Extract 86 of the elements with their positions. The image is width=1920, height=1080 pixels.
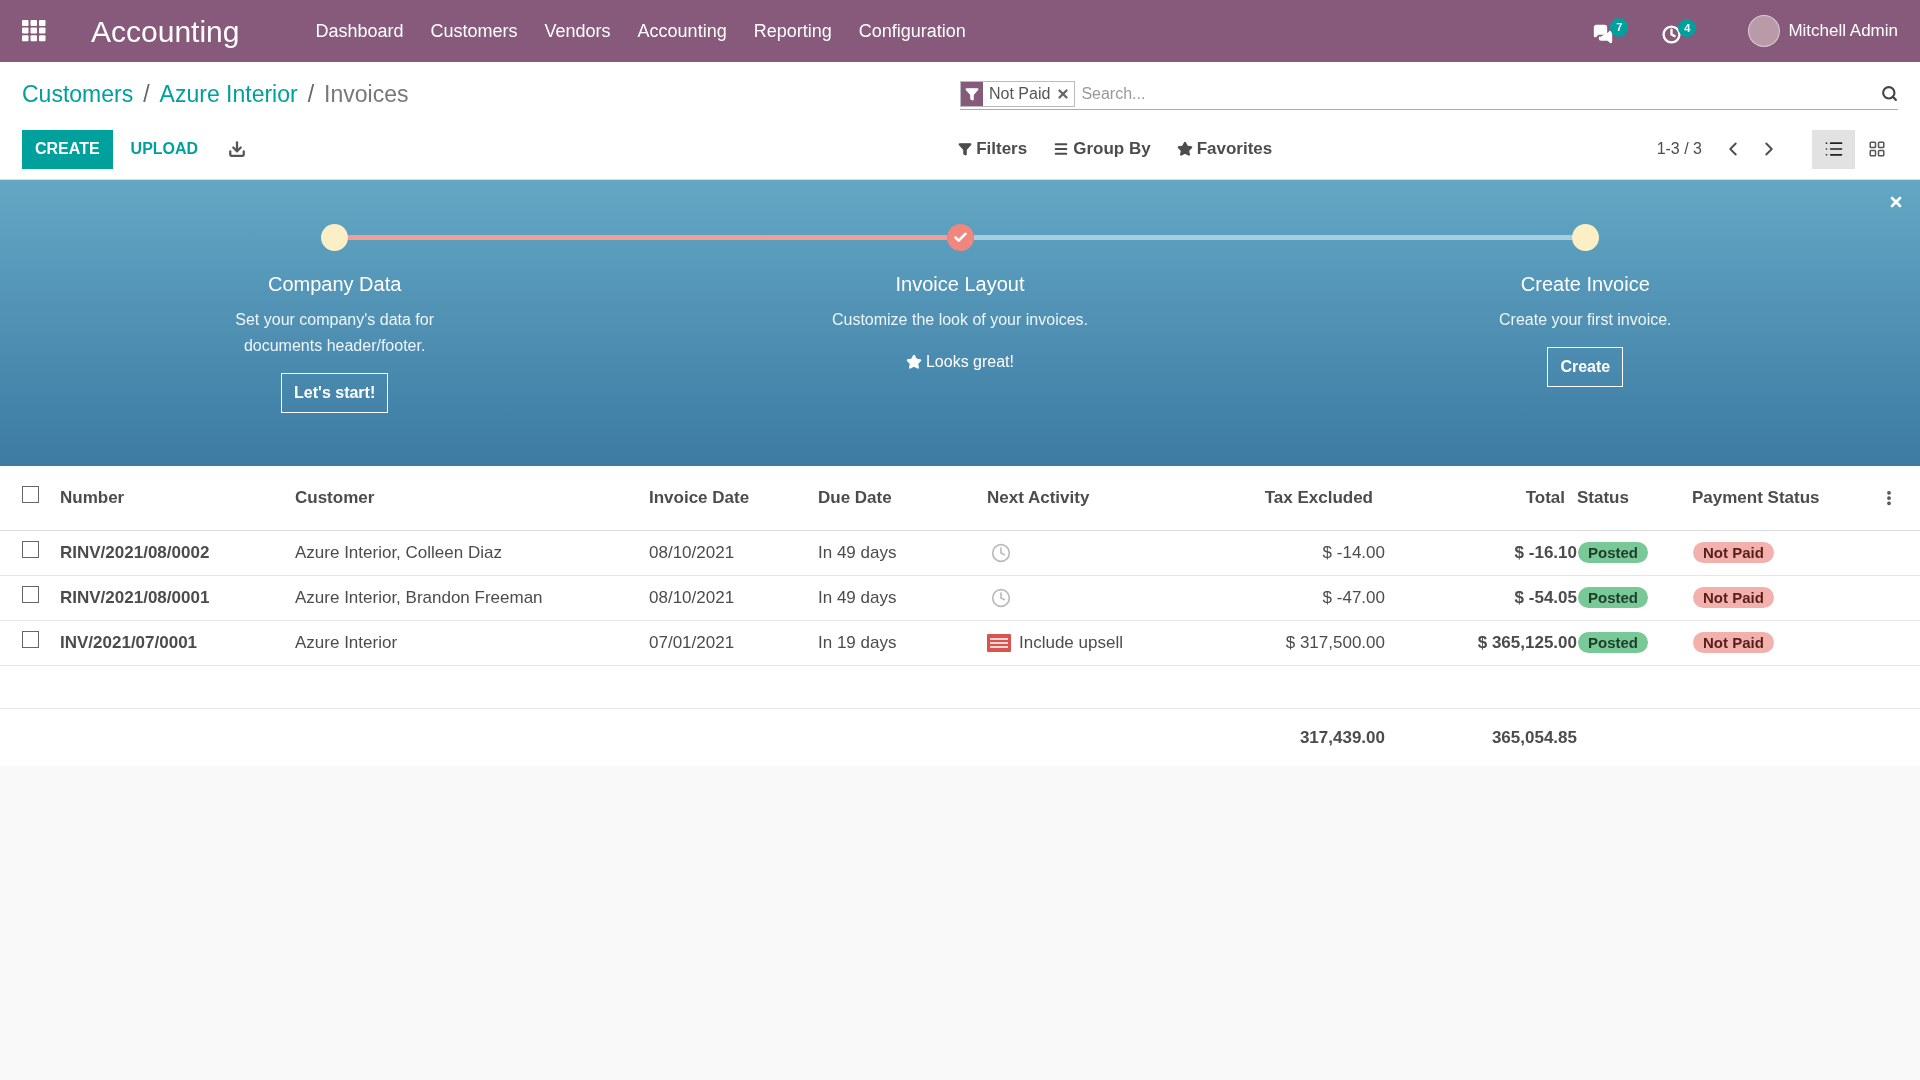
star-icon — [905, 354, 922, 370]
close-icon[interactable] — [1888, 194, 1904, 210]
column-header[interactable]: Invoice Date — [649, 488, 750, 507]
activities-count-badge: 4 — [1678, 18, 1697, 37]
activity-label: Include upsell — [1019, 631, 1123, 654]
customer-cell: Azure Interior — [295, 632, 398, 652]
nav-menu-item[interactable]: Dashboard — [315, 17, 404, 45]
search-option-button[interactable]: Filters — [958, 136, 1028, 162]
column-header[interactable]: Payment Status — [1692, 488, 1820, 507]
chat-icon[interactable] — [1593, 24, 1614, 44]
grand-total: 365,054.85 — [1491, 727, 1577, 747]
payment-status-badge: Not Paid — [1693, 586, 1774, 608]
column-header[interactable]: Customer — [295, 488, 375, 507]
due-date-cell: In 19 days — [818, 632, 897, 652]
checkbox[interactable] — [21, 540, 39, 558]
column-header[interactable]: Total — [1525, 488, 1565, 507]
breadcrumb-separator: / — [143, 79, 150, 109]
invoice-number: RINV/2021/08/0002 — [60, 542, 210, 562]
tax-excluded-cell: $ -47.00 — [1322, 587, 1385, 607]
clock-icon[interactable] — [1662, 24, 1682, 44]
checkbox[interactable] — [21, 630, 39, 648]
step-title: Create Invoice — [1520, 272, 1650, 297]
tax-excluded-cell: $ 317,500.00 — [1285, 632, 1385, 652]
total-cell: $ 365,125.00 — [1477, 632, 1577, 652]
filter-icon — [958, 142, 973, 156]
pager-value: 1-3 / 3 — [1656, 139, 1702, 159]
status-badge: Posted — [1578, 586, 1648, 608]
tax-excluded-cell: $ -14.00 — [1322, 542, 1385, 562]
tax-excluded-total: 317,439.00 — [1299, 727, 1385, 747]
step-button[interactable]: Let's start! — [281, 373, 389, 413]
messages-count-badge: 7 — [1610, 18, 1629, 37]
list-view-icon — [1823, 139, 1844, 159]
app-title: Accounting — [91, 13, 240, 50]
total-cell: $ -16.10 — [1514, 542, 1577, 562]
filter-facet[interactable]: Not Paid — [960, 80, 1076, 107]
apps-grid-icon[interactable] — [22, 20, 46, 42]
step-description: Customize the look of your invoices. — [830, 310, 1090, 330]
checkbox[interactable] — [21, 486, 39, 503]
user-avatar[interactable] — [1748, 15, 1781, 47]
step-title: Invoice Layout — [895, 272, 1025, 297]
payment-status-badge: Not Paid — [1693, 541, 1774, 563]
view-switch-button[interactable] — [1812, 129, 1855, 169]
checkbox[interactable] — [21, 585, 39, 603]
kanban-view-icon — [1867, 140, 1886, 158]
invoice-date-cell: 08/10/2021 — [649, 587, 735, 607]
nav-menu-item[interactable]: Customers — [430, 17, 518, 45]
column-header[interactable]: Next Activity — [987, 488, 1090, 507]
invoice-date-cell: 08/10/2021 — [649, 542, 735, 562]
nav-menu-item[interactable]: Accounting — [637, 17, 727, 45]
step-description: Set your company's data for documents header/footer. — [234, 310, 435, 356]
invoice-number: RINV/2021/08/0001 — [60, 587, 210, 607]
payment-status-badge: Not Paid — [1693, 631, 1774, 653]
breadcrumb-separator: / — [307, 79, 315, 109]
column-header[interactable]: Tax Excluded — [1264, 488, 1373, 507]
column-header[interactable]: Due Date — [818, 488, 892, 507]
total-cell: $ -54.05 — [1514, 587, 1577, 607]
status-badge: Posted — [1578, 631, 1648, 653]
search-input[interactable]: Search... — [1081, 81, 1881, 106]
invoice-date-cell: 07/01/2021 — [649, 632, 735, 652]
step-description: Create your first invoice. — [1498, 310, 1673, 330]
page-title: Invoices — [324, 79, 409, 109]
status-badge: Posted — [1578, 541, 1648, 563]
user-name[interactable]: Mitchell Admin — [1788, 18, 1898, 44]
step-title: Company Data — [267, 272, 402, 297]
column-header[interactable]: Number — [60, 488, 125, 507]
download-icon — [228, 140, 247, 158]
step-status-text: Looks great! — [925, 352, 1014, 372]
search-icon — [1881, 85, 1898, 102]
nav-menu-item[interactable]: Vendors — [544, 17, 611, 45]
facet-label: Not Paid — [988, 83, 1052, 104]
customer-cell: Azure Interior, Colleen Diaz — [295, 542, 502, 562]
remove-icon — [1056, 86, 1071, 101]
nav-menu-item[interactable]: Configuration — [858, 17, 966, 45]
due-date-cell: In 49 days — [818, 587, 897, 607]
search-option-button[interactable]: Group By — [1053, 136, 1151, 162]
customer-cell: Azure Interior, Brandon Freeman — [295, 587, 543, 607]
due-date-cell: In 49 days — [818, 542, 897, 562]
nav-menu-item[interactable]: Reporting — [753, 17, 832, 45]
column-header[interactable]: Status — [1577, 488, 1629, 507]
filter-icon — [965, 86, 979, 101]
activity-todo-icon[interactable] — [987, 633, 1011, 652]
star-icon — [1176, 141, 1193, 157]
step-button[interactable]: Create — [1547, 347, 1624, 387]
menu-icon — [1053, 141, 1070, 157]
search-option-button[interactable]: Favorites — [1176, 136, 1273, 162]
invoice-number: INV/2021/07/0001 — [60, 632, 198, 652]
